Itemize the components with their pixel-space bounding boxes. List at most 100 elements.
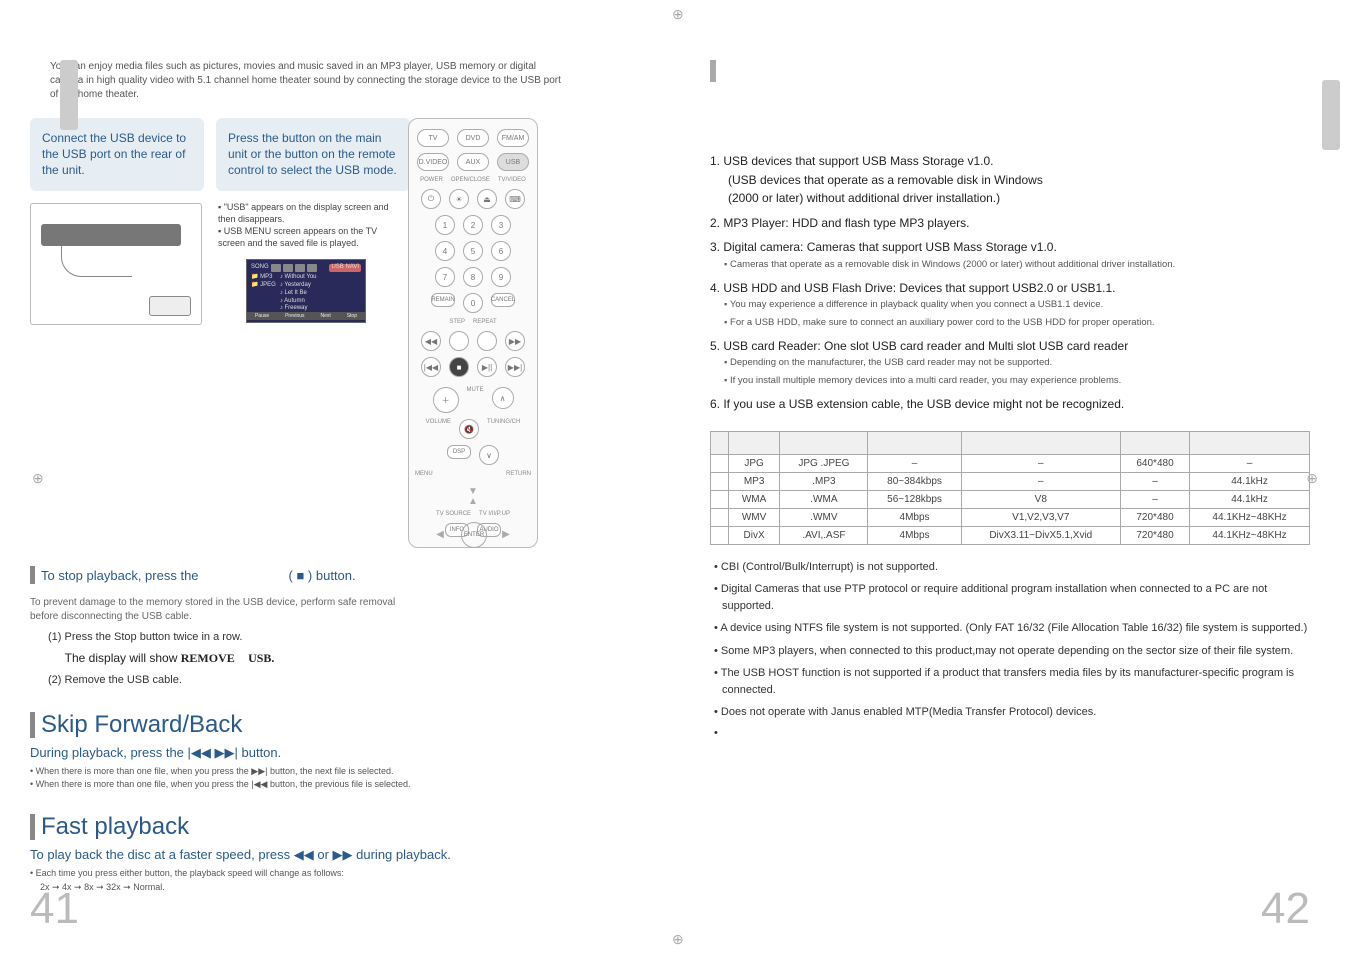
table-cell: V8 [961,491,1120,509]
right-heading-area [710,60,1310,82]
remote-btn: DVD [457,129,489,147]
fast-notes: • Each time you press either button, the… [30,867,630,893]
table-cell: – [1190,455,1310,473]
step-icon [449,331,469,351]
remote-btn: D.VIDEO [417,153,449,171]
table-cell [711,509,729,527]
next-icon: ▶▶| [505,357,525,377]
stop-icon: ■ [449,357,469,377]
remote-btn: AUX [457,153,489,171]
substep-1: (1) Press the Stop button twice in a row… [48,629,630,647]
down-icon: ▼ [461,479,485,503]
step2-a: Press the [228,131,279,145]
list-item: 2. MP3 Player: HDD and flash type MP3 pl… [710,214,1310,233]
note-item: The USB HOST function is not supported i… [714,665,1310,699]
safe-removal-steps: (1) Press the Stop button twice in a row… [48,629,630,689]
step-2-text: Press the button on the main unit or the… [228,130,398,179]
table-row: DivX.AVI,.ASF4MbpsDivX3.11~DivX5.1,Xvid7… [711,527,1310,545]
screen-bottombar: Pause Previous Next Stop [247,312,365,320]
step-1-text: Connect the USB device to the USB port o… [42,130,192,179]
table-cell: – [961,473,1120,491]
table-cell: – [868,455,961,473]
table-header [711,432,729,455]
table-cell: DivX3.11~DivX5.1,Xvid [961,527,1120,545]
note-item: A device using NTFS file system is not s… [714,620,1310,637]
screen-title: SONG [251,264,269,272]
limitations-list: CBI (Control/Bulk/Interrupt) is not supp… [710,559,1310,720]
prev-icon: |◀◀ [421,357,441,377]
table-cell: MP3 [728,473,779,491]
table-header [961,432,1120,455]
table-cell [711,455,729,473]
table-header [1120,432,1189,455]
list-item: 3. Digital camera: Cameras that support … [710,238,1310,257]
skip-notes: • When there is more than one file, when… [30,765,630,791]
step-1-box: Connect the USB device to the USB port o… [30,118,204,191]
remote-control-illustration: TV DVD FM/AM D.VIDEO AUX USB POWEROPEN/C… [408,118,538,548]
remote-usb-btn: USB [497,153,529,171]
table-cell: JPG [728,455,779,473]
table-header [780,432,868,455]
screen-tracks: ♪ Without You ♪ Yesterday ♪ Let It Be ♪ … [280,274,317,313]
table-header [728,432,779,455]
console-icon [41,224,181,246]
compatible-devices-list: 1. USB devices that support USB Mass Sto… [710,152,1310,413]
table-cell: 44.1KHz~48KHz [1190,509,1310,527]
table-cell: – [961,455,1120,473]
page-number: 42 [1261,884,1310,934]
table-cell: 44.1kHz [1190,473,1310,491]
list-item: 1. USB devices that support USB Mass Sto… [710,152,1310,171]
table-cell: 640*480 [1120,455,1189,473]
table-cell: 44.1kHz [1190,491,1310,509]
fast-section-title: Fast playback [30,813,630,841]
screen-icon [295,264,305,272]
table-cell: – [1120,491,1189,509]
table-cell: – [1120,473,1189,491]
list-bullet: For a USB HDD, make sure to connect an a… [724,316,1310,331]
table-row: JPGJPG .JPEG––640*480– [711,455,1310,473]
note-item: Some MP3 players, when connected to this… [714,643,1310,660]
power-icon: ⏻ [421,189,441,209]
step-2-box: Press the button on the main unit or the… [216,118,410,191]
skip-section-title: Skip Forward/Back [30,711,630,739]
list-subline: (USB devices that operate as a removable… [728,171,1310,190]
fast-instruction: To play back the disc at a faster speed,… [30,847,630,863]
tv-icon: ⌨ [505,189,525,209]
table-cell: WMA [728,491,779,509]
cable-icon [61,246,132,277]
eject-icon: ⏏ [477,189,497,209]
trailing-bullet: • [714,727,1310,739]
safe-removal-note: To prevent damage to the memory stored i… [30,596,410,623]
table-cell: WMV [728,509,779,527]
mute-icon: 🔇 [459,419,479,439]
rewind-icon: ◀◀ [421,331,441,351]
list-bullet: If you install multiple memory devices i… [724,374,1310,389]
left-icon: ◀ [428,522,452,546]
repeat-icon [477,331,497,351]
play-icon: ▶|| [477,357,497,377]
note-item: Digital Cameras that use PTP protocol or… [714,581,1310,615]
step2-note2: USB MENU screen appears on the TV screen… [218,226,377,248]
table-cell: 56~128kbps [868,491,961,509]
table-row: WMA.WMA56~128kbpsV8–44.1kHz [711,491,1310,509]
table-cell: 44.1KHz~48KHz [1190,527,1310,545]
table-cell: 4Mbps [868,509,961,527]
device-illustration [30,203,202,325]
list-bullet: You may experience a difference in playb… [724,298,1310,313]
step2-note1: "USB" appears on the display screen and … [218,202,389,224]
table-cell: 80~384kbps [868,473,961,491]
screen-badge: USB NAVI [329,264,361,272]
spec-table: JPGJPG .JPEG––640*480–MP3.MP380~384kbps–… [710,431,1310,545]
intro-text: You can enjoy media files such as pictur… [50,60,570,102]
tune-up-icon: ∧ [492,387,514,409]
usb-plug-icon [149,296,191,316]
table-cell: V1,V2,V3,V7 [961,509,1120,527]
remote-btn: TV [417,129,449,147]
side-tab [60,60,78,130]
table-cell: DivX [728,527,779,545]
table-cell: JPG .JPEG [780,455,868,473]
table-cell: .WMA [780,491,868,509]
table-cell [711,473,729,491]
table-cell: .WMV [780,509,868,527]
ffwd-icon: ▶▶ [505,331,525,351]
